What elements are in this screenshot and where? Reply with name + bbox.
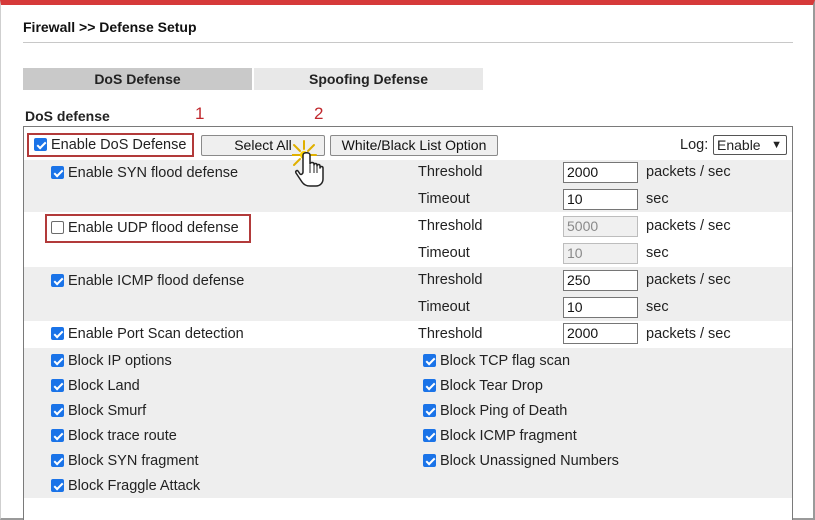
udp-threshold-input[interactable]: 5000 [563, 216, 638, 237]
block-fraggle-attack-checkbox[interactable]: Block Fraggle Attack [51, 478, 200, 494]
checkbox-label: Block TCP flag scan [440, 353, 571, 369]
syn-flood-checkbox[interactable]: Enable SYN flood defense [51, 165, 238, 181]
page-title: Firewall >> Defense Setup [23, 19, 197, 35]
chevron-down-icon: ▼ [771, 139, 782, 151]
checkbox-checked-icon [51, 274, 64, 287]
unit-label: packets / sec [646, 164, 731, 180]
checkbox-checked-icon [423, 429, 436, 442]
checkbox-checked-icon [51, 479, 64, 492]
dos-defense-panel: Enable DoS Defense Select All White/Blac… [23, 126, 793, 520]
checkbox-label: Block Ping of Death [440, 403, 568, 419]
unit-label: packets / sec [646, 326, 731, 342]
block-tear-drop-checkbox[interactable]: Block Tear Drop [423, 378, 543, 394]
block-options-area [24, 348, 792, 498]
unit-label: sec [646, 299, 669, 315]
icmp-flood-checkbox[interactable]: Enable ICMP flood defense [51, 273, 244, 289]
checkbox-label: Block SYN fragment [68, 453, 199, 469]
tab-bar: DoS Defense Spoofing Defense [23, 68, 483, 90]
block-smurf-checkbox[interactable]: Block Smurf [51, 403, 146, 419]
syn-threshold-input[interactable]: 2000 [563, 162, 638, 183]
section-title: DoS defense [25, 108, 110, 124]
block-tcp-flag-scan-checkbox[interactable]: Block TCP flag scan [423, 353, 570, 369]
tab-spoofing-defense[interactable]: Spoofing Defense [254, 68, 483, 90]
block-ping-of-death-checkbox[interactable]: Block Ping of Death [423, 403, 567, 419]
hand-pointer-icon [292, 140, 324, 187]
port-scan-threshold-input[interactable]: 2000 [563, 323, 638, 344]
checkbox-checked-icon [51, 454, 64, 467]
checkbox-label: Enable DoS Defense [51, 137, 187, 153]
block-unassigned-numbers-checkbox[interactable]: Block Unassigned Numbers [423, 453, 619, 469]
threshold-label: Threshold [418, 164, 483, 180]
checkbox-label: Block Land [68, 378, 140, 394]
checkbox-checked-icon [34, 138, 47, 151]
unit-label: sec [646, 245, 669, 261]
log-select[interactable]: Enable ▼ [713, 135, 787, 155]
checkbox-label: Block Unassigned Numbers [440, 453, 619, 469]
log-select-value: Enable [717, 137, 761, 153]
block-trace-route-checkbox[interactable]: Block trace route [51, 428, 177, 444]
unit-label: sec [646, 191, 669, 207]
threshold-label: Threshold [418, 326, 483, 342]
callout-number: 2 [314, 104, 324, 123]
icmp-threshold-input[interactable]: 250 [563, 270, 638, 291]
checkbox-checked-icon [423, 454, 436, 467]
udp-flood-checkbox[interactable]: Enable UDP flood defense [51, 220, 239, 236]
checkbox-checked-icon [51, 429, 64, 442]
block-ip-options-checkbox[interactable]: Block IP options [51, 353, 172, 369]
block-icmp-fragment-checkbox[interactable]: Block ICMP fragment [423, 428, 577, 444]
checkbox-unchecked-icon [51, 221, 64, 234]
checkbox-checked-icon [423, 354, 436, 367]
udp-timeout-input[interactable]: 10 [563, 243, 638, 264]
syn-timeout-input[interactable]: 10 [563, 189, 638, 210]
unit-label: packets / sec [646, 218, 731, 234]
tab-dos-defense[interactable]: DoS Defense [23, 68, 252, 90]
checkbox-label: Block Fraggle Attack [68, 478, 201, 494]
checkbox-checked-icon [51, 327, 64, 340]
checkbox-checked-icon [51, 166, 64, 179]
callout-number: 1 [195, 104, 205, 123]
timeout-label: Timeout [418, 191, 470, 207]
checkbox-label: Block IP options [68, 353, 172, 369]
port-scan-checkbox[interactable]: Enable Port Scan detection [51, 326, 244, 342]
timeout-label: Timeout [418, 299, 470, 315]
block-land-checkbox[interactable]: Block Land [51, 378, 140, 394]
checkbox-label: Enable UDP flood defense [68, 220, 239, 236]
checkbox-label: Enable Port Scan detection [68, 326, 244, 342]
checkbox-label: Block trace route [68, 428, 177, 444]
checkbox-checked-icon [423, 379, 436, 392]
checkbox-label: Block ICMP fragment [440, 428, 577, 444]
checkbox-checked-icon [423, 404, 436, 417]
block-syn-fragment-checkbox[interactable]: Block SYN fragment [51, 453, 199, 469]
checkbox-checked-icon [51, 404, 64, 417]
divider [23, 42, 793, 43]
timeout-label: Timeout [418, 245, 470, 261]
checkbox-label: Enable SYN flood defense [68, 165, 239, 181]
white-black-list-option-button[interactable]: White/Black List Option [330, 135, 498, 156]
threshold-label: Threshold [418, 272, 483, 288]
enable-dos-defense-checkbox[interactable]: Enable DoS Defense [34, 137, 186, 153]
log-label: Log: [680, 137, 709, 153]
checkbox-checked-icon [51, 354, 64, 367]
checkbox-label: Enable ICMP flood defense [68, 273, 245, 289]
unit-label: packets / sec [646, 272, 731, 288]
icmp-timeout-input[interactable]: 10 [563, 297, 638, 318]
checkbox-checked-icon [51, 379, 64, 392]
checkbox-label: Block Smurf [68, 403, 147, 419]
threshold-label: Threshold [418, 218, 483, 234]
checkbox-label: Block Tear Drop [440, 378, 543, 394]
